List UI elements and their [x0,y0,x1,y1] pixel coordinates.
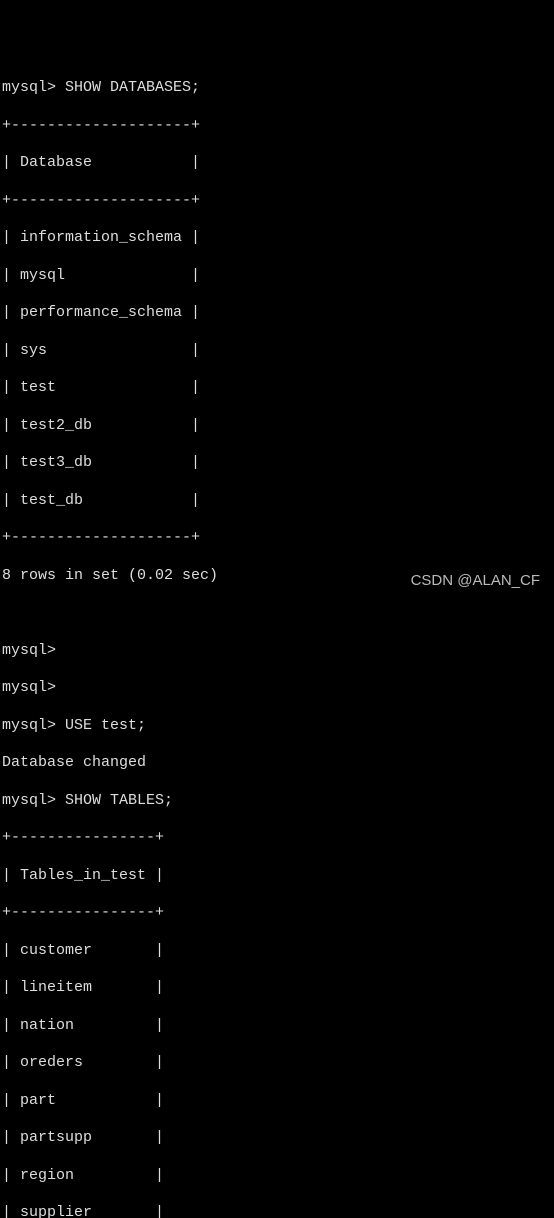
table-row: | customer | [2,942,552,961]
command-show-tables: SHOW TABLES; [65,792,173,809]
table-border: +--------------------+ [2,117,552,136]
table-row: | partsupp | [2,1129,552,1148]
prompt: mysql> [2,79,56,96]
command-use-test: USE test; [65,717,146,734]
table-row: | part | [2,1092,552,1111]
table-row: | nation | [2,1017,552,1036]
prompt-line-show-tables: mysql> SHOW TABLES; [2,792,552,811]
table-border: +--------------------+ [2,192,552,211]
prompt: mysql> [2,792,56,809]
empty-prompt: mysql> [2,679,552,698]
table-border: +----------------+ [2,904,552,923]
prompt-line-show-databases: mysql> SHOW DATABASES; [2,79,552,98]
databases-header: Database [20,154,92,171]
blank-line [2,604,552,623]
table-row: | test_db | [2,492,552,511]
prompt: mysql> [2,717,56,734]
table-border: +--------------------+ [2,529,552,548]
table-row: | test | [2,379,552,398]
table-row: | test3_db | [2,454,552,473]
table-row: | performance_schema | [2,304,552,323]
table-header-row: | Tables_in_test | [2,867,552,886]
table-row: | lineitem | [2,979,552,998]
table-row: | test2_db | [2,417,552,436]
table-row: | region | [2,1167,552,1186]
table-header-row: | Database | [2,154,552,173]
table-row: | oreders | [2,1054,552,1073]
table-row: | mysql | [2,267,552,286]
table-border: +----------------+ [2,829,552,848]
table-row: | supplier | [2,1204,552,1218]
tables-header: Tables_in_test [20,867,146,884]
prompt-line-use-test: mysql> USE test; [2,717,552,736]
command-show-databases: SHOW DATABASES; [65,79,200,96]
watermark: CSDN @ALAN_CF [411,572,540,591]
database-changed-msg: Database changed [2,754,552,773]
table-row: | information_schema | [2,229,552,248]
empty-prompt: mysql> [2,642,552,661]
table-row: | sys | [2,342,552,361]
